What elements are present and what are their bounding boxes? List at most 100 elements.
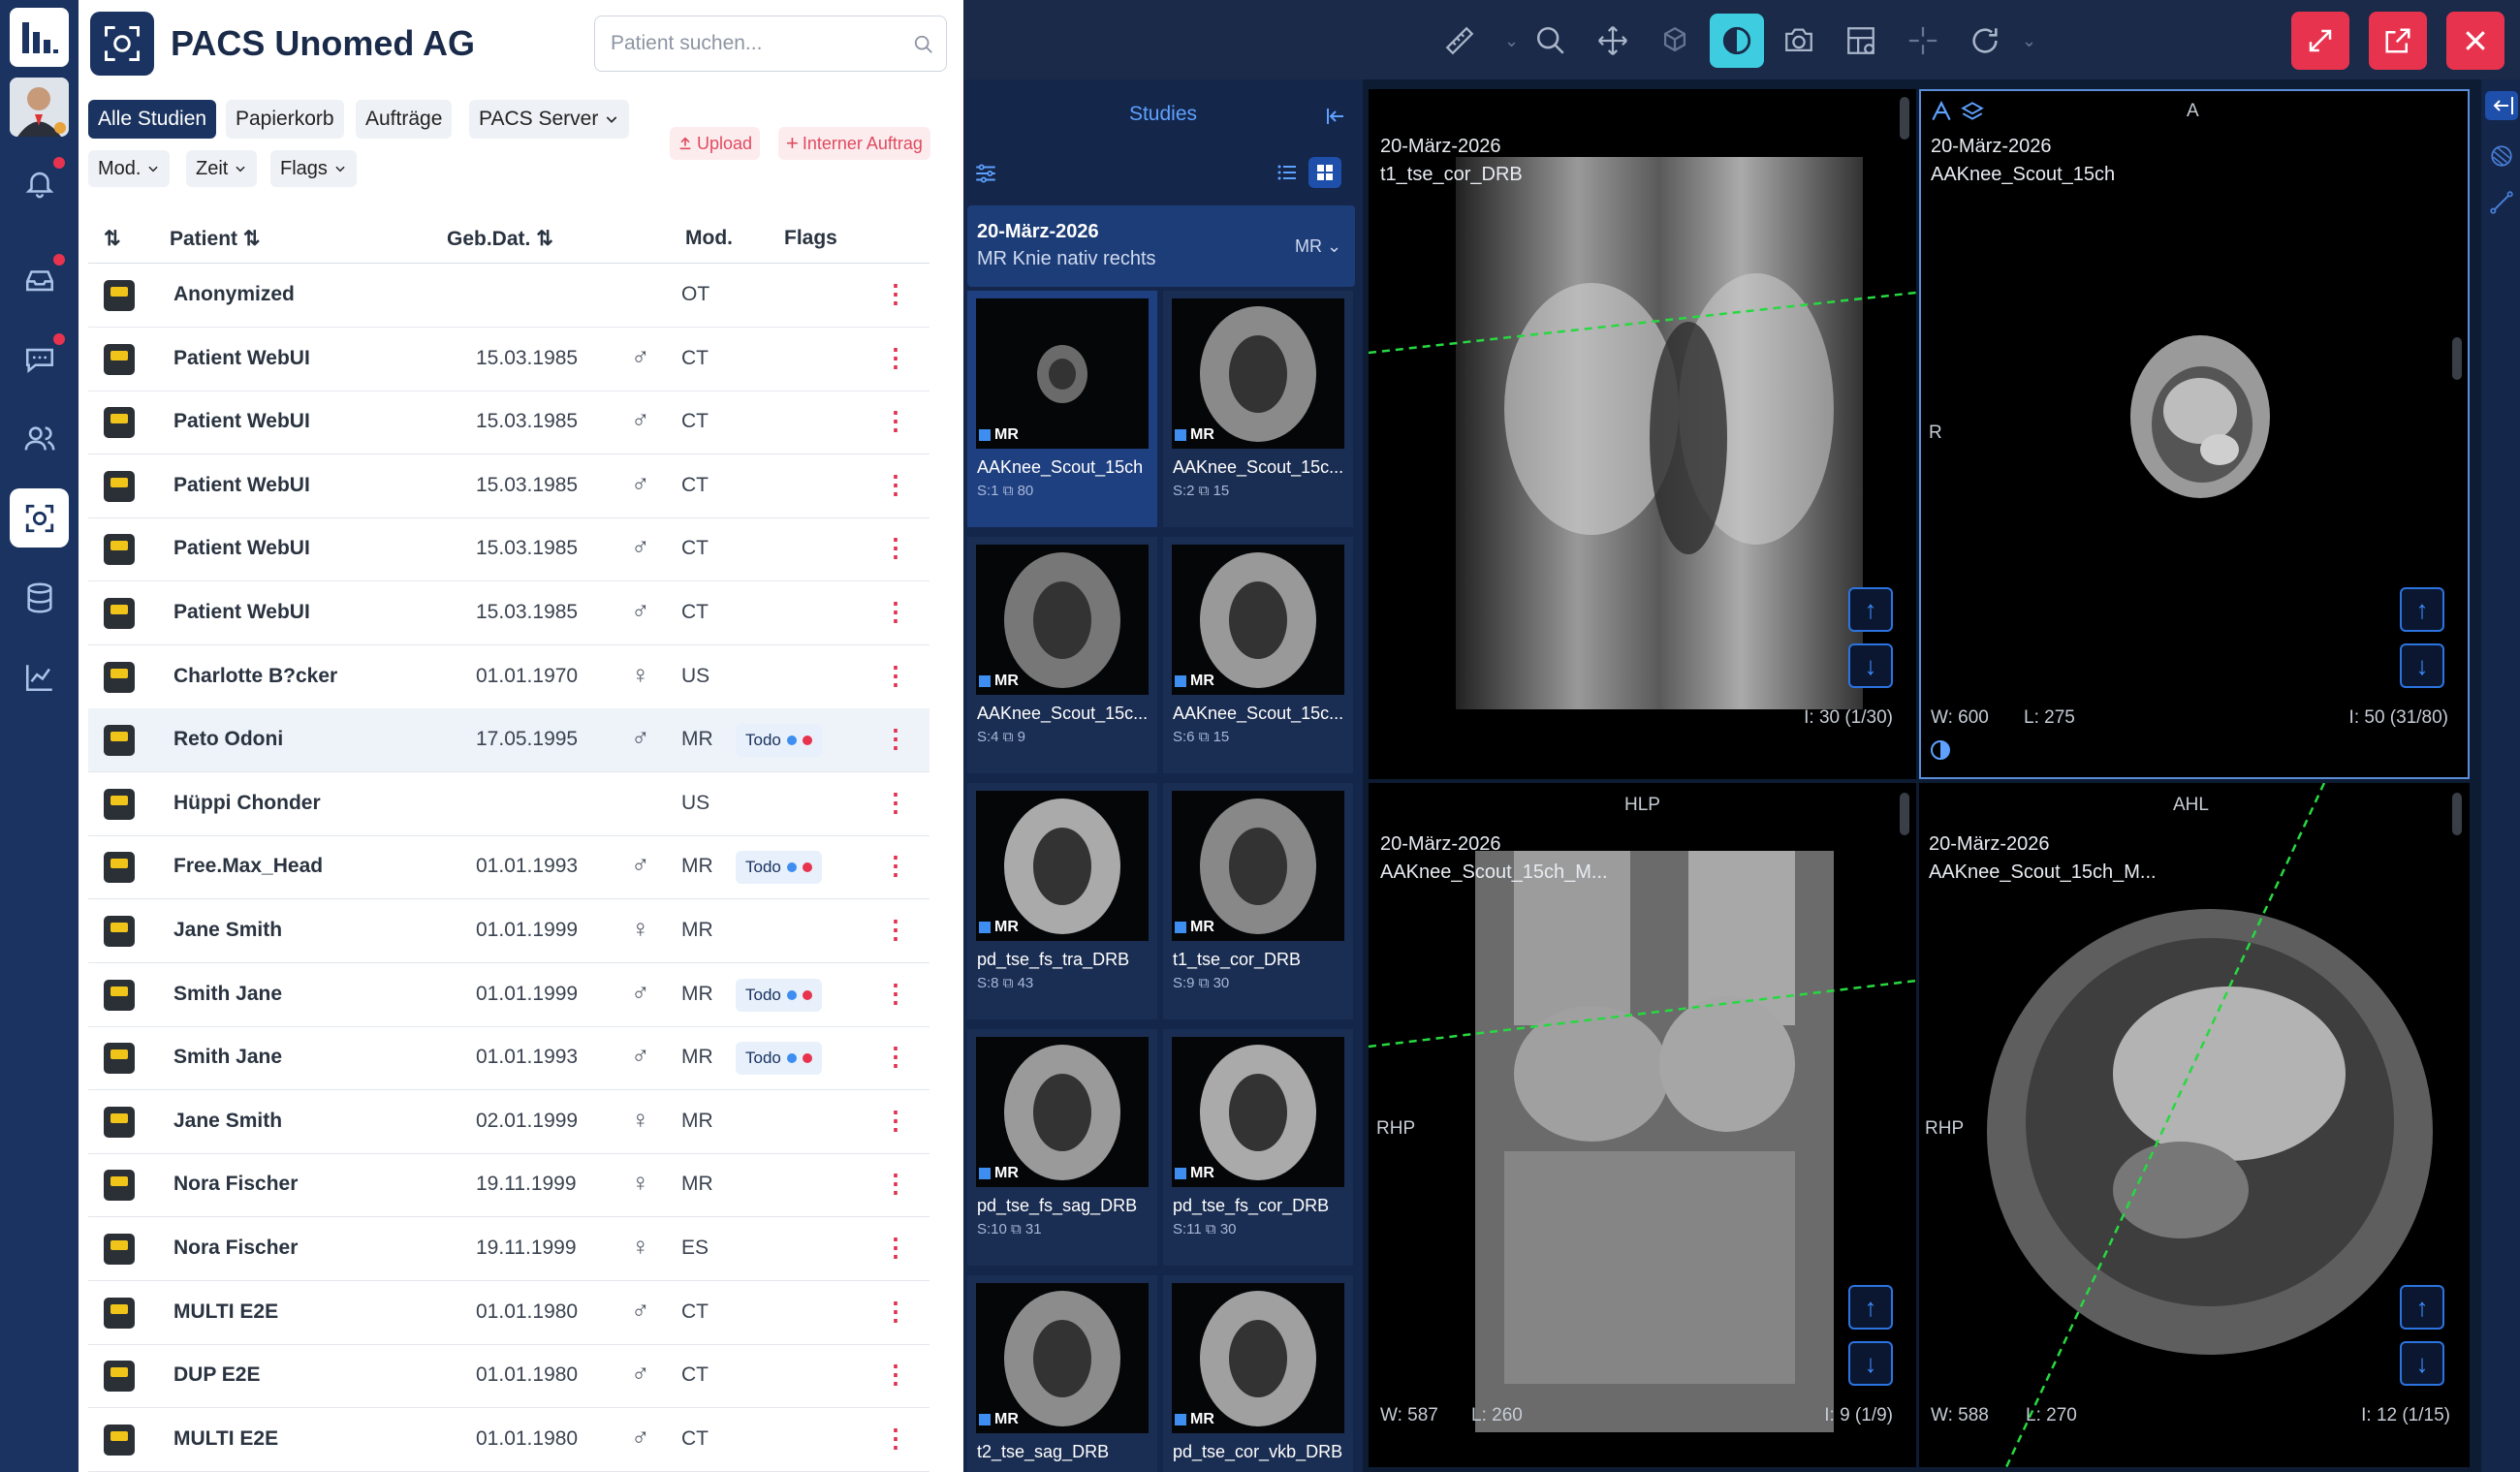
more-options-icon[interactable]: ⋮	[883, 915, 908, 945]
viewport-2-scrollbar[interactable]	[2452, 337, 2462, 380]
sort-icon[interactable]: ⇅	[104, 227, 121, 251]
more-options-icon[interactable]: ⋮	[883, 1169, 908, 1199]
more-options-icon[interactable]: ⋮	[883, 724, 908, 754]
more-options-icon[interactable]: ⋮	[883, 851, 908, 881]
table-row[interactable]: Reto Odoni 17.05.1995 ♂ MR Todo ⋮	[88, 708, 929, 773]
filter-time[interactable]: Zeit	[186, 150, 258, 187]
table-row[interactable]: Patient WebUI 15.03.1985 ♂ CT ⋮	[88, 328, 929, 391]
table-row[interactable]: Nora Fischer 19.11.1999 ♀ ES ⋮	[88, 1217, 929, 1281]
table-row[interactable]: Free.Max_Head 01.01.1993 ♂ MR Todo ⋮	[88, 835, 929, 900]
more-options-icon[interactable]: ⋮	[883, 1042, 908, 1072]
filter-flags[interactable]: Flags	[270, 150, 357, 187]
measure-tool[interactable]	[1433, 14, 1487, 68]
chevron-down-icon[interactable]: ⌄	[2022, 31, 2036, 51]
reset-tool[interactable]	[1958, 14, 2012, 68]
layers-icon[interactable]	[1960, 99, 1985, 124]
table-row[interactable]: Jane Smith 01.01.1999 ♀ MR ⋮	[88, 899, 929, 963]
series-thumbnail[interactable]: MR pd_tse_fs_tra_DRB S:8 ⧉ 43	[967, 783, 1157, 1019]
patient-search[interactable]	[594, 16, 947, 72]
filter-modality[interactable]: Mod.	[88, 150, 171, 187]
sphere-icon[interactable]	[2489, 143, 2514, 169]
statistics-button[interactable]	[10, 647, 69, 706]
series-thumbnail[interactable]: MR AAKnee_Scout_15ch S:1 ⧉ 80	[967, 291, 1157, 527]
table-row[interactable]: Smith Jane 01.01.1999 ♂ MR Todo ⋮	[88, 963, 929, 1027]
collapse-panel-icon[interactable]	[1324, 105, 1347, 128]
more-options-icon[interactable]: ⋮	[883, 661, 908, 691]
series-thumbnail[interactable]: MR pd_tse_fs_cor_DRB S:11 ⧉ 30	[1163, 1029, 1353, 1266]
series-thumbnail[interactable]: MR t1_tse_cor_DRB S:9 ⧉ 30	[1163, 783, 1353, 1019]
prev-image-button[interactable]: ↑	[1848, 1285, 1893, 1330]
series-thumbnail[interactable]: MR pd_tse_cor_vkb_DRB	[1163, 1275, 1353, 1472]
internal-order-button[interactable]: + Interner Auftrag	[778, 127, 930, 160]
viewport-3[interactable]: HLP 20-März-2026 AAKnee_Scout_15ch_M... …	[1369, 783, 1916, 1467]
table-row[interactable]: Patient WebUI 15.03.1985 ♂ CT ⋮	[88, 517, 929, 582]
more-options-icon[interactable]: ⋮	[883, 1106, 908, 1136]
table-row[interactable]: Charlotte B?cker 01.01.1970 ♀ US ⋮	[88, 645, 929, 709]
study-card[interactable]: 20-März-2026 MR Knie nativ rechts MR ⌄	[967, 205, 1355, 287]
list-view-icon[interactable]	[1276, 161, 1299, 184]
viewport-2[interactable]: A 20-März-2026 AAKnee_Scout_15ch R W: 60…	[1919, 89, 2470, 779]
more-options-icon[interactable]: ⋮	[883, 533, 908, 563]
more-options-icon[interactable]: ⋮	[883, 343, 908, 373]
maximize-button[interactable]	[2291, 12, 2349, 70]
more-options-icon[interactable]: ⋮	[883, 1360, 908, 1390]
viewport-1-scrollbar[interactable]	[1900, 97, 1909, 140]
next-image-button[interactable]: ↓	[2400, 1341, 2444, 1386]
close-button[interactable]	[2446, 12, 2504, 70]
table-row[interactable]: Anonymized OT ⋮	[88, 264, 929, 328]
series-thumbnail[interactable]: MR AAKnee_Scout_15c... S:2 ⧉ 15	[1163, 291, 1353, 527]
series-thumbnail[interactable]: MR t2_tse_sag_DRB	[967, 1275, 1157, 1472]
tab-pacs-server[interactable]: PACS Server	[469, 100, 630, 139]
notifications-button[interactable]	[10, 153, 69, 212]
upload-button[interactable]: Upload	[670, 127, 761, 160]
table-row[interactable]: MULTI E2E 01.01.1980 ♂ CT ⋮	[88, 1408, 929, 1472]
status-badge[interactable]: Todo	[736, 851, 822, 885]
study-modality[interactable]: MR ⌄	[1295, 236, 1341, 257]
zoom-tool[interactable]	[1524, 14, 1578, 68]
users-button[interactable]	[10, 409, 69, 468]
next-image-button[interactable]: ↓	[2400, 643, 2444, 688]
more-options-icon[interactable]: ⋮	[883, 1297, 908, 1327]
viewport-3-scrollbar[interactable]	[1900, 793, 1909, 835]
status-badge[interactable]: Todo	[736, 1042, 822, 1076]
series-thumbnail[interactable]: MR pd_tse_fs_sag_DRB S:10 ⧉ 31	[967, 1029, 1157, 1266]
avatar[interactable]	[10, 78, 69, 137]
crosshair-tool[interactable]	[1896, 14, 1950, 68]
prev-image-button[interactable]: ↑	[2400, 587, 2444, 632]
window-level-tool[interactable]	[1710, 14, 1764, 68]
tab-all-studies[interactable]: Alle Studien	[88, 100, 217, 139]
annotation-icon[interactable]	[1929, 99, 1954, 124]
app-logo[interactable]	[10, 8, 69, 67]
expand-panel-button[interactable]	[2485, 91, 2518, 120]
table-row[interactable]: DUP E2E 01.01.1980 ♂ CT ⋮	[88, 1344, 929, 1409]
table-row[interactable]: Patient WebUI 15.03.1985 ♂ CT ⋮	[88, 581, 929, 645]
messages-button[interactable]	[10, 329, 69, 389]
tab-orders[interactable]: Aufträge	[356, 100, 453, 139]
more-options-icon[interactable]: ⋮	[883, 470, 908, 500]
filter-settings-icon[interactable]	[973, 161, 998, 186]
inbox-button[interactable]	[10, 250, 69, 309]
more-options-icon[interactable]: ⋮	[883, 1233, 908, 1263]
viewport-4[interactable]: AHL 20-März-2026 AAKnee_Scout_15ch_M... …	[1919, 783, 2470, 1467]
chevron-down-icon[interactable]: ⌄	[1504, 31, 1519, 51]
prev-image-button[interactable]: ↑	[2400, 1285, 2444, 1330]
next-image-button[interactable]: ↓	[1848, 643, 1893, 688]
grid-view-button[interactable]	[1308, 157, 1341, 188]
open-external-button[interactable]	[2369, 12, 2427, 70]
tab-trash[interactable]: Papierkorb	[226, 100, 344, 139]
more-options-icon[interactable]: ⋮	[883, 279, 908, 309]
table-row[interactable]: Patient WebUI 15.03.1985 ♂ CT ⋮	[88, 391, 929, 455]
database-button[interactable]	[10, 568, 69, 627]
layout-tool[interactable]	[1834, 14, 1888, 68]
table-row[interactable]: MULTI E2E 01.01.1980 ♂ CT ⋮	[88, 1281, 929, 1345]
more-options-icon[interactable]: ⋮	[883, 406, 908, 436]
series-thumbnail[interactable]: MR AAKnee_Scout_15c... S:4 ⧉ 9	[967, 537, 1157, 773]
prev-image-button[interactable]: ↑	[1848, 587, 1893, 632]
rotate-3d-tool[interactable]	[1648, 14, 1702, 68]
search-icon[interactable]	[913, 34, 934, 55]
more-options-icon[interactable]: ⋮	[883, 1424, 908, 1454]
table-row[interactable]: Nora Fischer 19.11.1999 ♀ MR ⋮	[88, 1153, 929, 1218]
series-thumbnail[interactable]: MR AAKnee_Scout_15c... S:6 ⧉ 15	[1163, 537, 1353, 773]
header-dob[interactable]: Geb.Dat. ⇅	[447, 227, 553, 251]
status-badge[interactable]: Todo	[736, 724, 822, 758]
